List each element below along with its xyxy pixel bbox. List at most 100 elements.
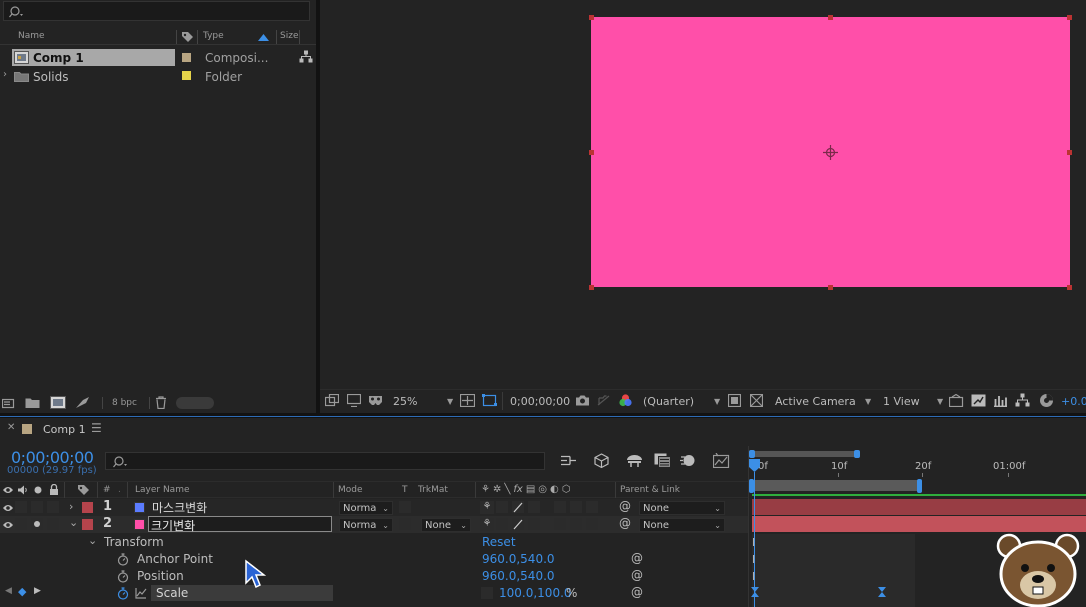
mask-path-icon[interactable] [482, 394, 497, 407]
collapse-arrow-icon[interactable]: ⌄ [88, 534, 97, 547]
solo-toggle[interactable] [31, 518, 43, 530]
stopwatch-active-icon[interactable] [117, 587, 129, 600]
size-column-header[interactable]: Size [280, 31, 298, 41]
project-item-folder[interactable]: › Solids Folder [0, 68, 300, 85]
property-value[interactable]: 960.0,540.0 [482, 552, 555, 566]
keyframe-toggle-icon[interactable]: ◆ [18, 585, 26, 598]
expression-pick-whip-icon[interactable]: @ [631, 551, 643, 565]
transform-handle[interactable] [589, 285, 594, 290]
track-matte-header[interactable]: TrkMat [418, 485, 448, 495]
property-row[interactable]: Position 960.0,540.0 @ [0, 568, 748, 585]
eye-icon[interactable] [2, 503, 14, 513]
draft-3d-icon[interactable] [593, 452, 610, 469]
preserve-transparency-toggle[interactable] [399, 501, 411, 513]
magnification-dropdown[interactable]: 25% ▼ [393, 392, 455, 410]
collapse-switch-icon[interactable]: ✲ [493, 484, 501, 496]
trash-icon[interactable] [155, 396, 167, 409]
collapse-switch[interactable] [496, 501, 508, 513]
close-icon[interactable]: ✕ [7, 422, 15, 433]
motion-blur-switch[interactable] [570, 501, 582, 513]
label-color-swatch[interactable] [82, 502, 93, 513]
previous-keyframe-icon[interactable]: ◀ [5, 586, 12, 596]
label-tag-icon[interactable] [77, 484, 90, 496]
expression-pick-whip-icon[interactable]: @ [631, 568, 643, 582]
camera-view-dropdown[interactable]: Active Camera ▼ [775, 392, 875, 410]
property-row-selected[interactable]: ◀ ◆ ▶ Scale 100.0,100.0 % @ [0, 585, 748, 602]
layer-row[interactable]: › 1 마스크변화 Norma ⌄ ⚘ @ None ⌄ [0, 499, 748, 516]
collapse-arrow-icon[interactable]: ⌄ [69, 516, 78, 529]
property-value[interactable]: 960.0,540.0 [482, 569, 555, 583]
graph-editor-icon[interactable] [713, 453, 730, 468]
stopwatch-icon[interactable] [117, 570, 129, 583]
shy-switch[interactable]: ⚘ [480, 518, 494, 531]
expression-pick-whip-icon[interactable]: @ [631, 585, 643, 599]
audio-toggle[interactable] [15, 518, 27, 530]
work-area-range[interactable] [752, 480, 921, 491]
layer-name-header[interactable]: Layer Name [135, 485, 190, 495]
pick-whip-icon[interactable]: @ [619, 499, 631, 513]
keyframe-icon[interactable] [751, 587, 759, 597]
view-layout-dropdown[interactable]: 1 View ▼ [883, 392, 945, 410]
reset-exposure-icon[interactable] [1039, 393, 1054, 408]
comp-flowchart-icon[interactable] [1015, 393, 1030, 407]
frame-blend-switch[interactable] [554, 518, 566, 530]
quality-switch[interactable] [512, 518, 524, 530]
transform-handle[interactable] [1067, 150, 1072, 155]
layer-duration-bar[interactable] [752, 499, 1086, 515]
label-color-swatch[interactable] [82, 519, 93, 530]
layer-name[interactable]: 마스크변화 [152, 499, 207, 516]
transform-handle[interactable] [1067, 15, 1072, 20]
blend-mode-dropdown[interactable]: Norma ⌄ [339, 518, 393, 532]
anchor-point-icon[interactable] [822, 144, 839, 161]
project-search-field[interactable] [3, 1, 310, 21]
transform-group-row[interactable]: ⌄ Transform Reset [0, 534, 748, 551]
name-column-header[interactable]: Name [18, 31, 45, 41]
eye-icon[interactable] [2, 520, 14, 530]
viewer-timecode[interactable]: 0;00;00;00 [510, 395, 570, 408]
vr-mask-icon[interactable] [368, 394, 383, 407]
pick-whip-icon[interactable]: @ [619, 516, 631, 530]
composition-canvas[interactable] [589, 15, 1072, 290]
frame-blending-icon[interactable] [654, 453, 671, 468]
work-area-bar[interactable] [752, 451, 857, 457]
bit-depth-button[interactable]: 8 bpc [112, 398, 137, 408]
frame-blend-switch[interactable] [554, 501, 566, 513]
region-of-interest-icon[interactable] [728, 394, 741, 407]
shy-switch-icon[interactable]: ⚘ [481, 484, 490, 496]
new-composition-icon[interactable] [50, 396, 66, 409]
preserve-transparency-toggle[interactable] [399, 518, 411, 530]
motion-blur-switch-icon[interactable]: ◎ [538, 484, 547, 496]
lock-icon[interactable] [49, 484, 59, 496]
timeline-search-field[interactable] [105, 452, 545, 470]
property-value[interactable]: 100.0,100.0 [499, 586, 572, 600]
constrain-proportions-toggle[interactable] [481, 587, 493, 599]
property-row[interactable]: Anchor Point 960.0,540.0 @ [0, 551, 748, 568]
timeline-icon[interactable] [993, 394, 1008, 407]
type-column-header[interactable]: Type [203, 31, 224, 41]
panel-menu-icon[interactable]: ☰ [91, 421, 102, 435]
collapse-switch[interactable] [496, 518, 508, 530]
layer-duration-bar-selected[interactable] [752, 516, 1086, 532]
3d-switch[interactable] [586, 518, 598, 530]
timeline-tab[interactable]: ✕ Comp 1 ☰ [0, 418, 120, 440]
3d-layer-switch-icon[interactable]: ⬡ [562, 484, 571, 496]
snapshot-camera-icon[interactable] [575, 394, 590, 407]
reset-link[interactable]: Reset [482, 535, 516, 549]
next-keyframe-icon[interactable]: ▶ [34, 586, 41, 596]
label-tag-icon[interactable] [181, 31, 194, 43]
comp-mini-flowchart-icon[interactable] [560, 454, 577, 467]
project-item-comp[interactable]: Comp 1 Composi... [0, 49, 300, 66]
effects-switch[interactable] [528, 501, 540, 513]
effects-switch[interactable] [528, 518, 540, 530]
shy-switch[interactable]: ⚘ [480, 501, 494, 514]
lock-toggle[interactable] [47, 518, 59, 530]
parent-link-header[interactable]: Parent & Link [620, 485, 680, 495]
transform-handle[interactable] [1067, 285, 1072, 290]
toggle-pixel-aspect-icon[interactable] [949, 394, 964, 407]
time-graph[interactable]: 0f 10f 20f 01:00f I I I [748, 446, 1086, 607]
new-folder-icon[interactable] [25, 397, 40, 409]
color-channels-icon[interactable] [618, 393, 633, 408]
speaker-icon[interactable] [17, 485, 28, 495]
transform-handle[interactable] [828, 15, 833, 20]
solo-toggle[interactable] [31, 501, 43, 513]
